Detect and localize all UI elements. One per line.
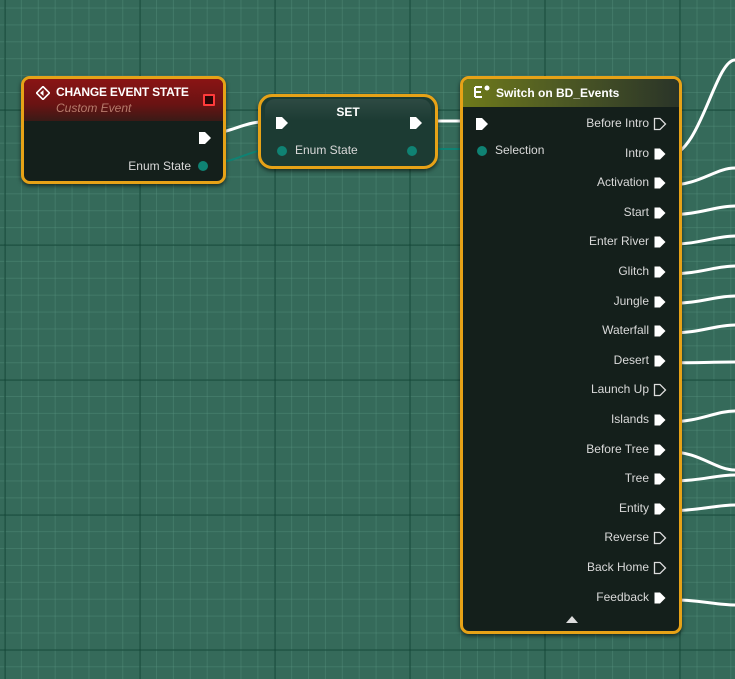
switch-output-row[interactable]: Launch Up — [479, 381, 679, 399]
switch-output-label: Activation — [596, 175, 649, 190]
enum-state-label: Enum State — [128, 159, 191, 173]
switch-output-label: Glitch — [618, 264, 649, 278]
switch-output-label: Jungle — [613, 293, 649, 308]
event-node-subtitle: Custom Event — [56, 101, 132, 115]
exec-out-pin-connected[interactable] — [653, 502, 667, 516]
switch-output-row[interactable]: Intro — [479, 145, 679, 163]
switch-node-header[interactable]: Switch on BD_Events — [463, 79, 679, 107]
switch-output-row[interactable]: Back Home — [479, 559, 679, 577]
set-variable-node[interactable]: SET Enum State — [258, 94, 438, 169]
switch-output-label: Launch Up — [590, 382, 649, 397]
custom-event-icon — [36, 86, 50, 100]
exec-out-pin-connected[interactable] — [653, 443, 667, 457]
switch-output-row[interactable]: Start — [479, 204, 679, 222]
exec-out-pin-connected[interactable] — [653, 265, 667, 279]
exec-out-pin-connected[interactable] — [653, 324, 667, 338]
event-node-title: CHANGE EVENT STATE — [56, 85, 189, 99]
switch-output-label: Islands — [610, 412, 649, 426]
exec-in-pin[interactable] — [275, 116, 289, 130]
switch-output-label: Enter River — [588, 234, 649, 249]
switch-output-row[interactable]: Tree — [479, 470, 679, 488]
exec-out-pin-empty[interactable] — [653, 531, 667, 545]
switch-output-row[interactable]: Before Tree — [479, 441, 679, 459]
advanced-display-arrow-icon[interactable] — [566, 616, 578, 623]
switch-output-label: Desert — [613, 352, 649, 367]
exec-out-pin-connected[interactable] — [653, 147, 667, 161]
delegate-pin-icon[interactable] — [203, 94, 215, 106]
exec-out-pin-connected[interactable] — [653, 235, 667, 249]
enum-state-out-pin[interactable] — [197, 160, 209, 172]
switch-output-row[interactable]: Waterfall — [479, 322, 679, 340]
switch-output-row[interactable]: Entity — [479, 500, 679, 518]
switch-output-label: Start — [623, 204, 649, 219]
switch-output-row[interactable]: Feedback — [479, 589, 679, 607]
switch-output-row[interactable]: Before Intro — [479, 115, 679, 133]
exec-out-pin-connected[interactable] — [653, 354, 667, 368]
switch-output-label: Waterfall — [602, 323, 649, 338]
custom-event-node[interactable]: CHANGE EVENT STATE Custom Event Enum Sta… — [21, 76, 226, 184]
switch-output-row[interactable]: Desert — [479, 352, 679, 370]
exec-out-pin-empty[interactable] — [653, 383, 667, 397]
switch-output-label: Reverse — [604, 530, 649, 545]
event-node-header[interactable]: CHANGE EVENT STATE Custom Event — [24, 79, 223, 121]
switch-node-title: Switch on BD_Events — [496, 86, 620, 100]
switch-output-row[interactable]: Glitch — [479, 263, 679, 281]
switch-output-row[interactable]: Islands — [479, 411, 679, 429]
enum-state-in-pin[interactable] — [276, 145, 288, 157]
switch-output-row[interactable]: Activation — [479, 174, 679, 192]
switch-on-enum-node[interactable]: Switch on BD_Events Selection Before Int… — [460, 76, 682, 634]
exec-out-pin-connected[interactable] — [653, 176, 667, 190]
exec-out-pin-connected[interactable] — [653, 206, 667, 220]
switch-output-row[interactable]: Jungle — [479, 293, 679, 311]
exec-out-pin[interactable] — [409, 116, 423, 130]
exec-out-pin-connected[interactable] — [653, 591, 667, 605]
exec-out-pin[interactable] — [198, 131, 212, 145]
enum-state-label: Enum State — [295, 143, 358, 157]
switch-output-label: Feedback — [596, 589, 649, 604]
switch-output-row[interactable]: Reverse — [479, 529, 679, 547]
switch-output-label: Intro — [624, 145, 649, 160]
exec-out-pin-connected[interactable] — [653, 295, 667, 309]
switch-enum-icon — [474, 85, 490, 98]
exec-out-pin-connected[interactable] — [653, 472, 667, 486]
switch-output-label: Before Intro — [586, 116, 649, 130]
switch-output-label: Tree — [624, 471, 649, 486]
switch-output-row[interactable]: Enter River — [479, 233, 679, 251]
exec-out-pin-empty[interactable] — [653, 561, 667, 575]
switch-output-label: Entity — [618, 500, 649, 515]
enum-state-out-pin[interactable] — [406, 145, 418, 157]
switch-output-label: Back Home — [586, 560, 649, 574]
exec-out-pin-empty[interactable] — [653, 117, 667, 131]
exec-out-pin-connected[interactable] — [653, 413, 667, 427]
switch-output-label: Before Tree — [586, 441, 649, 456]
